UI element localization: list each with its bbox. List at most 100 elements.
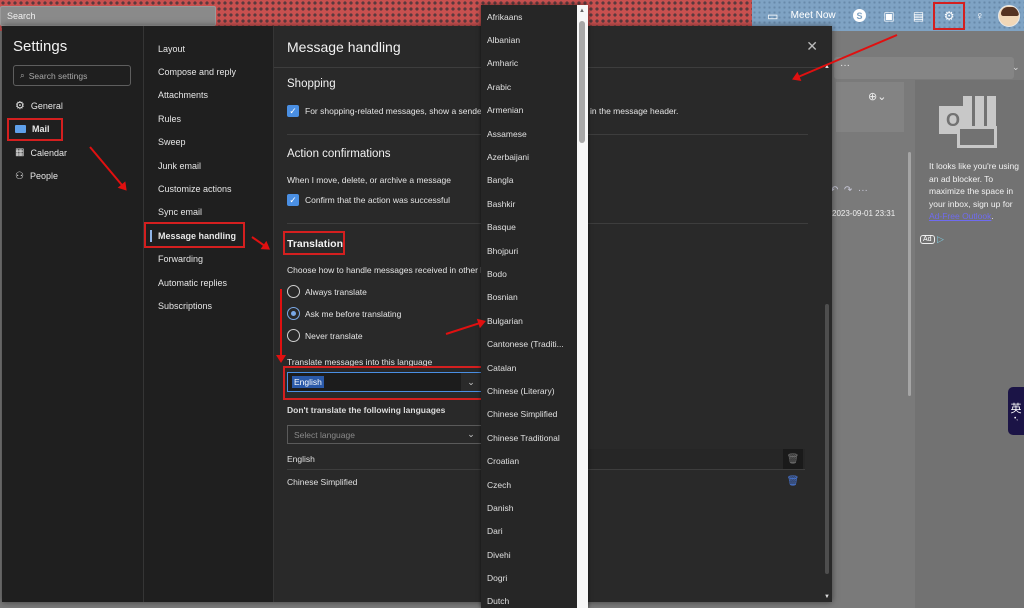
action-confirmations-description: When I move, delete, or archive a messag… [287, 175, 451, 185]
language-option[interactable]: Assamese [481, 122, 578, 145]
radio-selected-icon [287, 307, 300, 320]
language-option[interactable]: Azerbaijani [481, 145, 578, 168]
radio-ask-before-translating[interactable]: Ask me before translating [287, 307, 401, 320]
video-icon[interactable]: ▭ [758, 3, 788, 29]
chevron-down-icon: ⌄ [1012, 62, 1020, 72]
language-option[interactable]: Afrikaans [481, 5, 578, 28]
radio-always-translate[interactable]: Always translate [287, 285, 367, 298]
language-option[interactable]: Chinese Traditional [481, 426, 578, 449]
language-option[interactable]: Danish [481, 496, 578, 519]
delete-icon[interactable]: 🗑 [783, 449, 803, 469]
annotation-arrow [280, 289, 282, 361]
language-option[interactable]: Dutch [481, 590, 578, 608]
scrollbar-thumb[interactable] [579, 21, 585, 143]
annotation-box-message-handling [144, 222, 245, 248]
action-confirmations-heading: Action confirmations [287, 148, 391, 160]
close-icon[interactable]: ✕ [806, 38, 818, 55]
language-option[interactable]: Dogri [481, 566, 578, 589]
scroll-down-icon[interactable]: ▼ [824, 594, 830, 600]
background-scrollbar[interactable] [908, 152, 911, 396]
nav-customize-actions[interactable]: Customize actions [158, 177, 236, 200]
people-icon: ⚇ [15, 170, 24, 182]
checkbox-checked-icon: ✓ [287, 105, 299, 117]
nav-automatic-replies[interactable]: Automatic replies [158, 271, 236, 294]
language-option[interactable]: Bashkir [481, 192, 578, 215]
language-option[interactable]: Bulgarian [481, 309, 578, 332]
ad-badge: Ad [920, 235, 935, 244]
calendar-icon: ▦ [15, 147, 25, 159]
adchoices-icon[interactable]: ▷ [937, 234, 944, 245]
confirm-action-checkbox[interactable]: ✓ Confirm that the action was successful [287, 194, 450, 206]
radio-icon [287, 285, 300, 298]
nav-attachments[interactable]: Attachments [158, 84, 236, 107]
chevron-down-icon: ⌄ [467, 429, 475, 439]
calendar-check-icon[interactable]: ▤ [904, 3, 934, 29]
annotation-box-mail [7, 118, 63, 141]
reply-icons: ↶ ↷ ··· [830, 185, 868, 196]
scroll-up-icon[interactable]: ▲ [579, 8, 585, 14]
search-settings-input[interactable]: ⌕ Search settings [13, 65, 131, 86]
gear-icon: ⚙ [15, 100, 25, 113]
panel-scrollbar[interactable]: ▲ ▼ [823, 64, 831, 602]
delete-icon[interactable]: 🗑 [783, 471, 803, 491]
language-option[interactable]: Dari [481, 520, 578, 543]
select-language-dropdown[interactable]: Select language ⌄ [287, 425, 482, 444]
ime-indicator[interactable]: 英 •, [1008, 387, 1024, 435]
language-option[interactable]: Arabic [481, 75, 578, 98]
language-option[interactable]: Divehi [481, 543, 578, 566]
language-option[interactable]: Croatian [481, 449, 578, 472]
search-icon: ⌕ [20, 70, 25, 80]
settings-title: Settings [13, 38, 68, 55]
nav-subscriptions[interactable]: Subscriptions [158, 294, 236, 317]
outlook-logo-icon: O [939, 96, 1001, 148]
more-icon: ··· [840, 60, 850, 71]
language-option[interactable]: Bosnian [481, 286, 578, 309]
language-option[interactable]: Chinese (Literary) [481, 379, 578, 402]
background-toolbar: ··· [834, 57, 1014, 79]
language-option[interactable]: Bangla [481, 169, 578, 192]
lightbulb-icon[interactable]: ♀ [965, 3, 995, 29]
language-option[interactable]: Bhojpuri [481, 239, 578, 262]
panel-title: Message handling [287, 39, 401, 55]
language-option[interactable]: Chinese Simplified [481, 403, 578, 426]
settings-categories: Settings ⌕ Search settings ⚙ General Mai… [2, 26, 144, 602]
language-option[interactable]: Catalan [481, 356, 578, 379]
language-option[interactable]: Bodo [481, 262, 578, 285]
nav-layout[interactable]: Layout [158, 37, 236, 60]
radio-never-translate[interactable]: Never translate [287, 329, 363, 342]
category-calendar[interactable]: ▦ Calendar [2, 141, 144, 165]
language-option[interactable]: Amharic [481, 52, 578, 75]
radio-icon [287, 329, 300, 342]
ad-blocker-message: It looks like you're using an ad blocker… [929, 161, 1019, 221]
ad-free-link[interactable]: Ad-Free Outlook [929, 211, 991, 221]
annotation-box-translation [283, 231, 345, 255]
language-option[interactable]: Cantonese (Traditi... [481, 332, 578, 355]
language-dropdown-list: Afrikaans Albanian Amharic Arabic Armenian As… [481, 5, 588, 608]
message-timestamp: 2023-09-01 23:31 [832, 209, 896, 218]
nav-sync-email[interactable]: Sync email [158, 201, 236, 224]
nav-compose-and-reply[interactable]: Compose and reply [158, 60, 236, 83]
nav-junk-email[interactable]: Junk email [158, 154, 236, 177]
language-option[interactable]: Armenian [481, 99, 578, 122]
language-option[interactable]: Basque [481, 216, 578, 239]
shopping-checkbox-label-tail: in the message header. [590, 106, 679, 116]
zoom-in-icon: ⊕⌄ [868, 91, 887, 103]
avatar-button[interactable] [994, 3, 1024, 29]
nav-rules[interactable]: Rules [158, 107, 236, 130]
shopping-checkbox[interactable]: ✓ For shopping-related messages, show a … [287, 105, 485, 117]
skype-icon[interactable]: S [845, 3, 875, 29]
annotation-box-translate-into [283, 366, 485, 400]
scrollbar-thumb[interactable] [825, 304, 829, 574]
language-option[interactable]: Albanian [481, 28, 578, 51]
settings-dialog: Settings ⌕ Search settings ⚙ General Mai… [2, 26, 832, 602]
language-option[interactable]: Czech [481, 473, 578, 496]
dropdown-scrollbar[interactable]: ▲ [577, 5, 587, 608]
meet-now-button[interactable]: Meet Now [788, 10, 839, 21]
nav-forwarding[interactable]: Forwarding [158, 248, 236, 271]
gear-icon[interactable]: ⚙ [933, 1, 965, 30]
dont-translate-label: Don't translate the following languages [287, 405, 446, 415]
office-icon[interactable]: ▣ [874, 3, 904, 29]
global-search-input[interactable]: Search [0, 6, 216, 26]
category-general[interactable]: ⚙ General [2, 94, 144, 118]
nav-sweep[interactable]: Sweep [158, 131, 236, 154]
